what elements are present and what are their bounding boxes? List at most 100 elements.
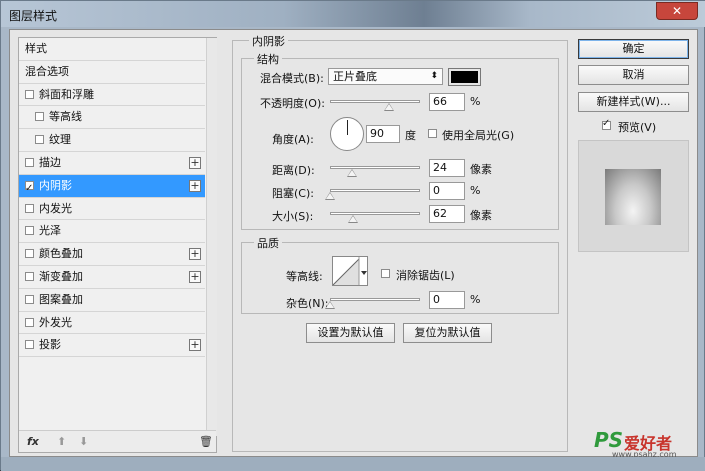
style-list-item-label: 光泽: [39, 224, 61, 238]
noise-slider[interactable]: [330, 298, 420, 301]
choke-slider[interactable]: [330, 189, 420, 192]
opacity-input[interactable]: 66: [429, 93, 465, 111]
noise-unit: %: [470, 293, 481, 306]
new-style-button[interactable]: 新建样式(W)...: [578, 92, 689, 112]
style-checkbox[interactable]: [35, 135, 44, 145]
blend-mode-value: 正片叠底: [333, 70, 377, 83]
inner-shadow-title: 内阴影: [249, 33, 288, 49]
style-list-item[interactable]: 渐变叠加 +: [19, 266, 205, 289]
style-list-panel: 样式混合选项斜面和浮雕等高线纹理描边 + 内阴影 + 内发光光泽颜色叠加 + 渐变叠加 + 图案…: [18, 37, 217, 453]
style-list-item-label: 纹理: [49, 133, 71, 147]
style-list-item[interactable]: 外发光: [19, 312, 205, 335]
choke-input[interactable]: 0: [429, 182, 465, 200]
style-list-item[interactable]: 投影 +: [19, 334, 205, 358]
style-list-item[interactable]: 等高线: [19, 106, 205, 130]
style-list-scrollbar[interactable]: [206, 38, 217, 436]
move-up-icon[interactable]: ⬆: [57, 435, 66, 448]
angle-label: 角度(A):: [272, 133, 314, 146]
style-checkbox[interactable]: [25, 157, 34, 167]
style-list-item-label: 描边: [39, 155, 61, 169]
style-checkbox[interactable]: [25, 340, 34, 350]
choke-label: 阻塞(C):: [272, 187, 314, 200]
style-checkbox[interactable]: [25, 178, 34, 200]
watermark-ps: PS: [594, 428, 624, 452]
style-checkbox[interactable]: [35, 112, 44, 122]
distance-input[interactable]: 24: [429, 159, 465, 177]
style-list: 样式混合选项斜面和浮雕等高线纹理描边 + 内阴影 + 内发光光泽颜色叠加 + 渐变叠加 + 图案…: [19, 38, 205, 358]
noise-input[interactable]: 0: [429, 291, 465, 309]
angle-dial-needle: [347, 120, 348, 135]
style-checkbox[interactable]: [25, 89, 34, 99]
inner-shadow-panel: 内阴影 结构 混合模式(B): 正片叠底 ⬍ 不透明度(O): 66 % 角度(…: [232, 33, 568, 452]
style-list-item-label: 投影: [39, 338, 61, 352]
shadow-color-swatch[interactable]: [448, 68, 481, 86]
select-arrow-icon: ⬍: [430, 71, 438, 81]
style-list-item-label: 混合选项: [25, 64, 69, 78]
style-list-item-label: 渐变叠加: [39, 269, 83, 283]
add-effect-icon[interactable]: +: [189, 270, 201, 283]
shadow-color-fill: [451, 71, 478, 83]
style-checkbox[interactable]: [25, 317, 34, 327]
reset-default-button[interactable]: 复位为默认值: [403, 323, 492, 343]
style-list-item[interactable]: 图案叠加: [19, 289, 205, 312]
angle-input[interactable]: 90: [366, 125, 400, 143]
trash-icon[interactable]: 🗑: [199, 435, 213, 448]
style-checkbox[interactable]: [25, 294, 34, 304]
style-list-item[interactable]: 光泽: [19, 220, 205, 244]
close-button[interactable]: ✕: [656, 2, 698, 20]
opacity-label: 不透明度(O):: [260, 97, 325, 110]
style-list-footer: fx ⬆ ⬇ 🗑: [19, 430, 216, 452]
watermark-logo: PS 爱好者 www.psahz.com: [594, 428, 698, 459]
noise-slider-thumb[interactable]: [325, 301, 335, 309]
fx-icon[interactable]: fx: [27, 435, 39, 448]
size-label: 大小(S):: [272, 210, 314, 223]
antialias-checkbox[interactable]: [381, 269, 390, 278]
cancel-button[interactable]: 取消: [578, 65, 689, 85]
angle-dial[interactable]: [330, 117, 364, 151]
ok-button[interactable]: 确定: [578, 39, 689, 59]
window-title: 图层样式: [9, 9, 58, 23]
distance-slider-thumb[interactable]: [346, 169, 357, 177]
style-list-item[interactable]: 样式: [19, 38, 205, 61]
structure-title: 结构: [254, 51, 282, 67]
style-list-item-label: 斜面和浮雕: [39, 87, 94, 101]
preview-checkbox[interactable]: [602, 118, 611, 130]
add-effect-icon[interactable]: +: [189, 248, 201, 261]
size-slider[interactable]: [330, 212, 420, 215]
distance-slider[interactable]: [330, 166, 420, 169]
set-default-button[interactable]: 设置为默认值: [306, 323, 395, 343]
style-checkbox[interactable]: [25, 203, 34, 213]
opacity-unit: %: [470, 95, 481, 108]
opacity-slider[interactable]: [330, 100, 420, 103]
add-effect-icon[interactable]: +: [189, 339, 201, 352]
size-unit: 像素: [470, 209, 492, 222]
global-light-checkbox[interactable]: [428, 129, 437, 138]
blend-mode-label: 混合模式(B):: [260, 72, 324, 85]
structure-group: 结构 混合模式(B): 正片叠底 ⬍ 不透明度(O): 66 % 角度(A):: [241, 51, 559, 230]
size-slider-thumb[interactable]: [347, 215, 358, 223]
style-list-item[interactable]: 内阴影 +: [19, 174, 205, 200]
choke-slider-thumb[interactable]: [325, 192, 335, 200]
size-input[interactable]: 62: [429, 205, 465, 223]
style-list-item[interactable]: 描边 +: [19, 152, 205, 175]
distance-label: 距离(D):: [272, 164, 315, 177]
add-effect-icon[interactable]: +: [189, 156, 201, 169]
opacity-slider-thumb[interactable]: [384, 103, 395, 111]
title-bar[interactable]: 图层样式 ✕: [1, 1, 705, 27]
style-checkbox[interactable]: [25, 249, 34, 259]
move-down-icon[interactable]: ⬇: [79, 435, 88, 448]
add-effect-icon[interactable]: +: [189, 179, 201, 192]
contour-picker[interactable]: [332, 256, 368, 286]
style-list-item-label: 外发光: [39, 315, 72, 329]
style-list-item[interactable]: 混合选项: [19, 61, 205, 84]
blend-mode-select[interactable]: 正片叠底 ⬍: [328, 68, 443, 85]
preview-label: 预览(V): [618, 121, 657, 134]
style-list-item-label: 颜色叠加: [39, 247, 83, 261]
style-checkbox[interactable]: [25, 271, 34, 281]
style-list-item[interactable]: 斜面和浮雕: [19, 84, 205, 107]
style-checkbox[interactable]: [25, 226, 34, 236]
choke-unit: %: [470, 184, 481, 197]
style-list-item[interactable]: 纹理: [19, 129, 205, 152]
style-list-item[interactable]: 颜色叠加 +: [19, 243, 205, 266]
style-list-item[interactable]: 内发光: [19, 198, 205, 221]
